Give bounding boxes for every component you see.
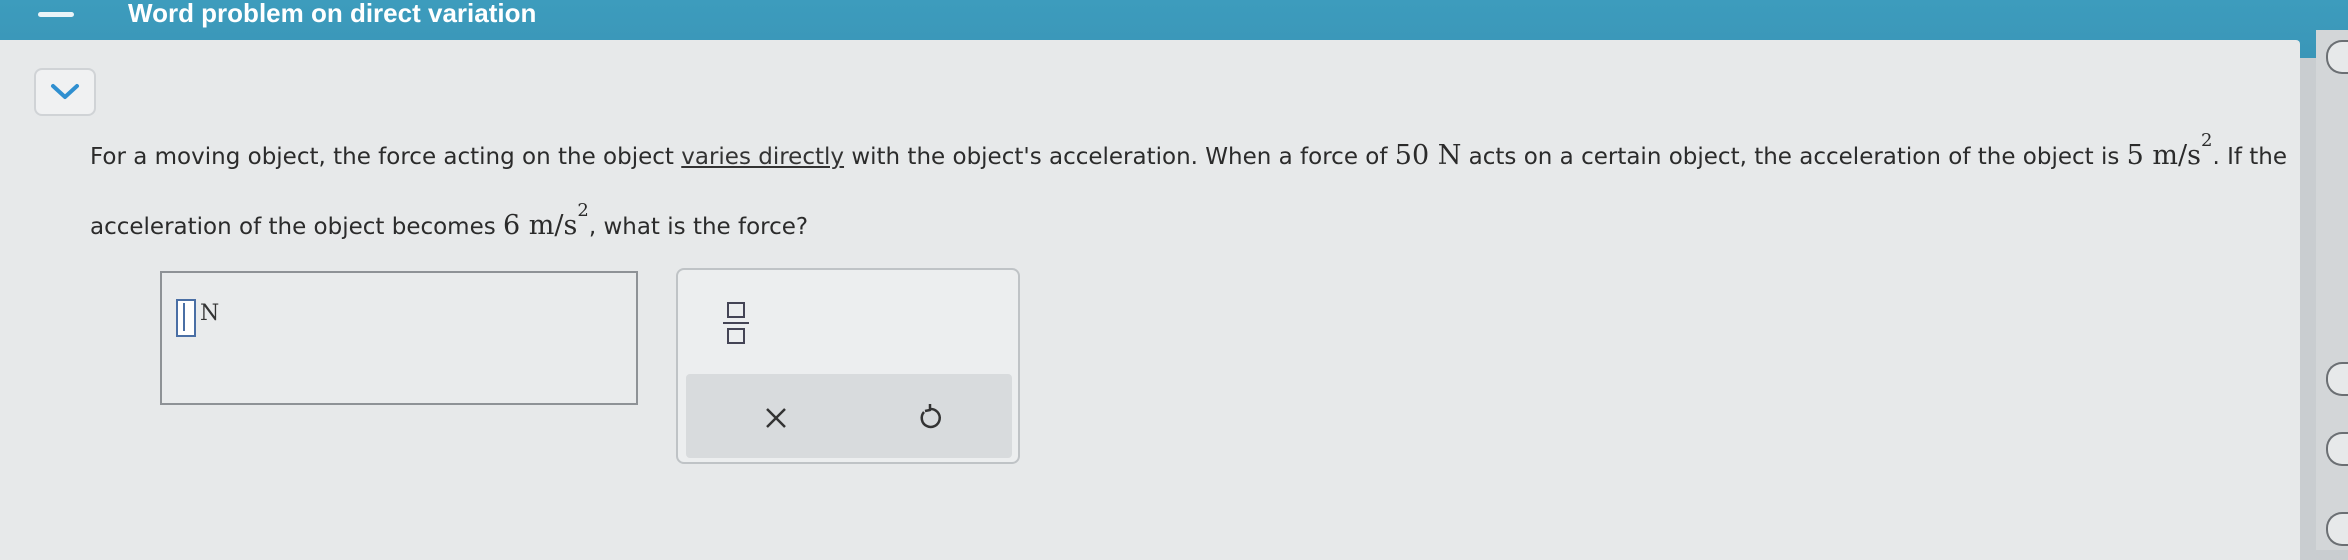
varies-directly-link[interactable]: varies directly [681, 144, 844, 170]
input-cursor[interactable] [176, 299, 196, 337]
acceleration-value-2: 6 m/s2 [503, 200, 589, 241]
undo-icon [920, 404, 941, 429]
side-tool-icon[interactable] [2326, 512, 2348, 546]
question-text: For a moving object, the force acting on… [90, 118, 2290, 258]
clear-button[interactable] [754, 396, 798, 440]
question-part: with the object's acceleration. When a f… [844, 144, 1395, 170]
answer-input[interactable]: N [160, 271, 638, 405]
x-icon [766, 408, 786, 428]
question-part: For a moving object, the force acting on… [90, 144, 682, 170]
question-part: acts on a certain object, the accelerati… [1461, 144, 2127, 170]
undo-button[interactable] [908, 396, 952, 440]
fraction-button[interactable] [716, 294, 756, 352]
force-value: 50 N [1394, 140, 1462, 171]
fraction-icon [727, 302, 745, 318]
page-title: Word problem on direct variation [128, 0, 537, 28]
side-tool-icon[interactable] [2326, 362, 2348, 396]
side-toolbar [2316, 30, 2348, 550]
action-bar [686, 374, 1012, 458]
answer-unit: N [200, 301, 220, 326]
side-tool-icon[interactable] [2326, 432, 2348, 466]
side-tool-icon[interactable] [2326, 40, 2348, 74]
menu-icon[interactable] [34, 10, 78, 18]
math-toolbox [676, 268, 1020, 464]
acceleration-value-1: 5 m/s2 [2126, 130, 2213, 171]
collapse-button[interactable] [34, 68, 96, 116]
chevron-down-icon [51, 84, 79, 99]
question-part: , what is the force? [588, 214, 809, 240]
